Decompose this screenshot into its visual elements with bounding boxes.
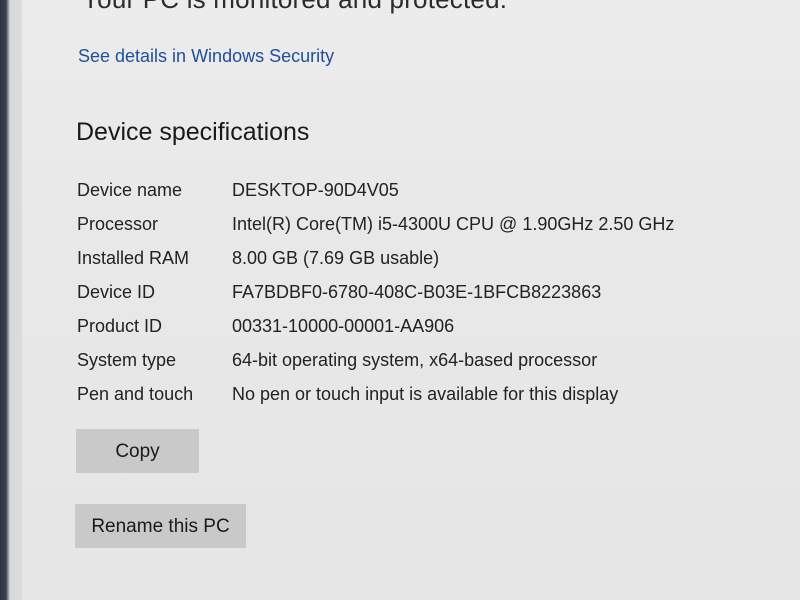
spec-row-pen-and-touch: Pen and touch No pen or touch input is a… bbox=[77, 384, 777, 414]
spec-row-installed-ram: Installed RAM 8.00 GB (7.69 GB usable) bbox=[77, 248, 777, 278]
spec-row-device-id: Device ID FA7BDBF0-6780-408C-B03E-1BFCB8… bbox=[77, 282, 777, 312]
window-edge bbox=[0, 0, 22, 600]
spec-row-processor: Processor Intel(R) Core(TM) i5-4300U CPU… bbox=[77, 214, 777, 244]
spec-value: FA7BDBF0-6780-408C-B03E-1BFCB8223863 bbox=[232, 282, 602, 302]
see-details-link[interactable]: See details in Windows Security bbox=[78, 46, 334, 67]
spec-value: Intel(R) Core(TM) i5-4300U CPU @ 1.90GHz… bbox=[232, 214, 675, 234]
spec-label: Processor bbox=[77, 214, 159, 234]
spec-label: Device name bbox=[77, 180, 183, 200]
spec-label: Installed RAM bbox=[77, 248, 190, 268]
about-panel: Your PC is monitored and protected. See … bbox=[22, 0, 800, 600]
spec-value: 8.00 GB (7.69 GB usable) bbox=[232, 248, 440, 268]
spec-value: 64-bit operating system, x64-based proce… bbox=[232, 350, 598, 370]
spec-value: No pen or touch input is available for t… bbox=[232, 384, 619, 404]
spec-label: Pen and touch bbox=[77, 384, 194, 404]
copy-button[interactable]: Copy bbox=[76, 429, 199, 473]
spec-label: Device ID bbox=[77, 282, 156, 302]
spec-label: Product ID bbox=[77, 316, 163, 336]
spec-value: 00331-10000-00001-AA906 bbox=[232, 316, 455, 336]
spec-label: System type bbox=[77, 350, 177, 370]
spec-row-system-type: System type 64-bit operating system, x64… bbox=[77, 350, 777, 380]
spec-value: DESKTOP-90D4V05 bbox=[232, 180, 399, 200]
security-status-text: Your PC is monitored and protected. bbox=[82, 0, 507, 15]
device-specifications-heading: Device specifications bbox=[76, 118, 310, 146]
spec-row-device-name: Device name DESKTOP-90D4V05 bbox=[77, 180, 777, 210]
rename-this-pc-button[interactable]: Rename this PC bbox=[75, 504, 246, 548]
spec-row-product-id: Product ID 00331-10000-00001-AA906 bbox=[77, 316, 777, 346]
